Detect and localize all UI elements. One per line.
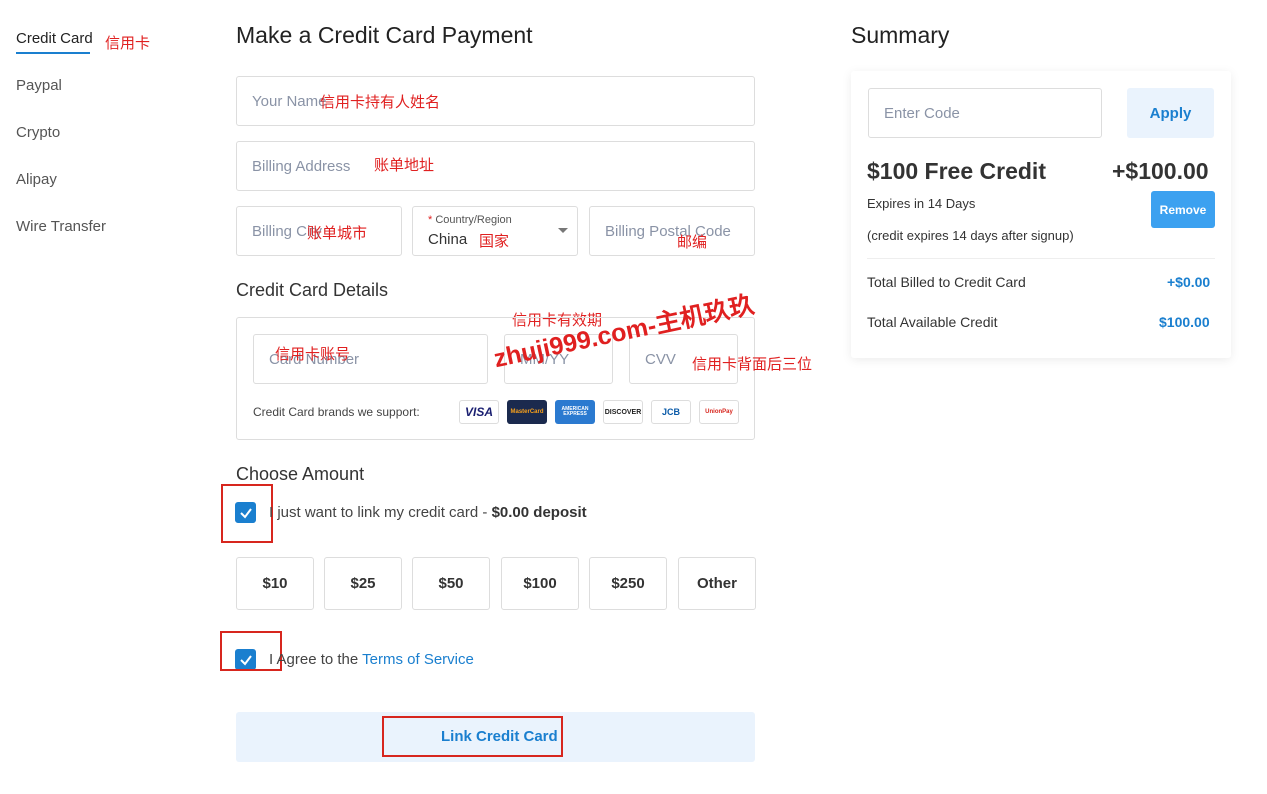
amount-option-50[interactable]: $50 <box>412 557 490 610</box>
promo-code-placeholder: Enter Code <box>884 105 960 122</box>
address-placeholder: Billing Address <box>252 158 351 175</box>
mastercard-icon: MasterCard <box>507 400 547 424</box>
annotation-card-number: 信用卡账号 <box>275 346 351 363</box>
available-value: $100.00 <box>1159 314 1210 330</box>
billed-value: +$0.00 <box>1167 274 1211 290</box>
annotation-country: 国家 <box>479 233 510 250</box>
remove-button[interactable]: Remove <box>1151 191 1215 228</box>
nav-active-indicator <box>16 52 90 54</box>
credit-expires: Expires in 14 Days <box>867 196 976 211</box>
credit-title: $100 Free Credit <box>867 158 1046 184</box>
apply-button[interactable]: Apply <box>1127 88 1214 138</box>
jcb-icon: JCB <box>651 400 691 424</box>
nav-item-wire-transfer[interactable]: Wire Transfer <box>16 218 106 235</box>
credit-note: (credit expires 14 days after signup) <box>867 228 1074 243</box>
country-label: * Country/Region <box>428 214 512 226</box>
annotation-credit-card: 信用卡 <box>105 35 151 52</box>
highlight-box-link-only <box>221 484 273 543</box>
page-title: Make a Credit Card Payment <box>236 22 533 48</box>
visa-icon: VISA <box>459 400 499 424</box>
nav-item-credit-card[interactable]: Credit Card <box>16 30 93 47</box>
terms-label: I Agree to the Terms of Service <box>269 651 474 668</box>
highlight-box-submit <box>382 716 563 757</box>
unionpay-icon: UnionPay <box>699 400 739 424</box>
annotation-address: 账单地址 <box>374 157 435 174</box>
chevron-down-icon <box>558 228 568 233</box>
nav-item-crypto[interactable]: Crypto <box>16 124 60 141</box>
country-value: China <box>428 231 468 248</box>
annotation-city: 账单城市 <box>307 225 368 242</box>
terms-link[interactable]: Terms of Service <box>362 651 474 668</box>
available-label: Total Available Credit <box>867 314 998 330</box>
card-section-title: Credit Card Details <box>236 280 389 300</box>
amount-section-title: Choose Amount <box>236 464 365 484</box>
billed-label: Total Billed to Credit Card <box>867 274 1026 290</box>
brands-label: Credit Card brands we support: <box>253 405 420 419</box>
amount-option-other[interactable]: Other <box>678 557 756 610</box>
summary-title: Summary <box>851 22 950 48</box>
amount-option-100[interactable]: $100 <box>501 557 579 610</box>
link-only-label: I just want to link my credit card - $0.… <box>269 504 587 521</box>
nav-item-alipay[interactable]: Alipay <box>16 171 57 188</box>
nav-item-paypal[interactable]: Paypal <box>16 77 62 94</box>
credit-amount: +$100.00 <box>1112 158 1209 184</box>
postal-placeholder: Billing Postal Code <box>605 223 731 240</box>
amount-option-250[interactable]: $250 <box>589 557 667 610</box>
amount-option-10[interactable]: $10 <box>236 557 314 610</box>
name-placeholder: Your Name <box>252 93 327 110</box>
summary-divider <box>867 258 1215 259</box>
annotation-name: 信用卡持有人姓名 <box>320 94 441 111</box>
cvv-placeholder: CVV <box>645 351 676 368</box>
discover-icon: DISCOVER <box>603 400 643 424</box>
amex-icon: AMERICAN EXPRESS <box>555 400 595 424</box>
annotation-postal: 邮编 <box>677 234 708 251</box>
annotation-cvv: 信用卡背面后三位 <box>692 356 813 373</box>
amount-option-25[interactable]: $25 <box>324 557 402 610</box>
